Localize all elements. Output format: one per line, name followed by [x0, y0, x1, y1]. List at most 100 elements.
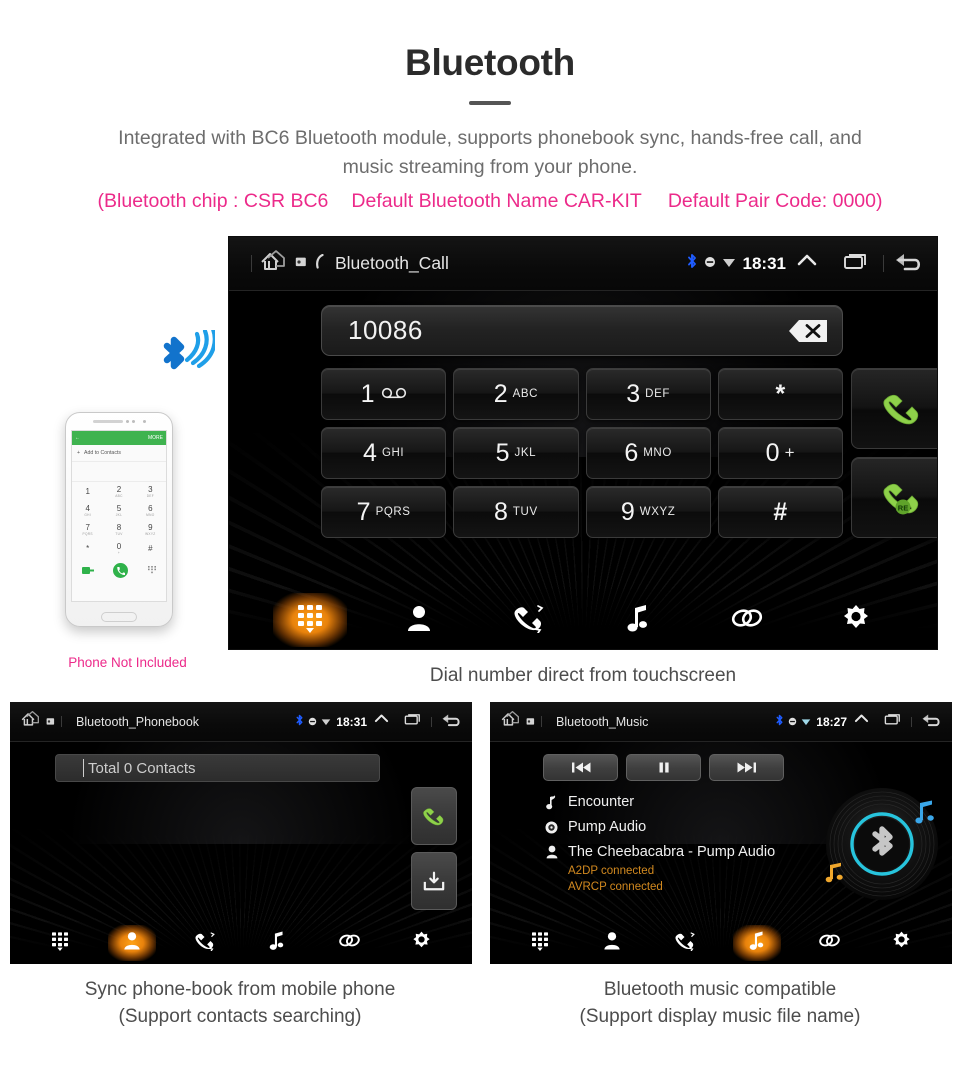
- track-title: Encounter: [568, 794, 635, 810]
- album-row: Pump Audio: [543, 819, 775, 835]
- bluetooth-status-icon: [686, 253, 698, 274]
- sidebar-item-contacts[interactable]: [107, 925, 157, 961]
- sidebar-item-keypad[interactable]: [35, 925, 85, 961]
- key-1[interactable]: 1: [321, 368, 447, 420]
- recents-icon[interactable]: [884, 712, 902, 731]
- call-history-icon: [673, 931, 696, 956]
- home-icon[interactable]: [500, 710, 522, 733]
- chevron-up-icon[interactable]: [853, 712, 870, 731]
- sidebar-item-contacts[interactable]: [381, 593, 457, 647]
- phonebook-caption-line-1: Sync phone-book from mobile phone: [84, 979, 396, 1000]
- key-7[interactable]: 7 PQRS: [321, 486, 447, 538]
- music-transport-controls[interactable]: [543, 754, 784, 781]
- phonebook-nav-bar[interactable]: [10, 922, 472, 964]
- back-icon[interactable]: [919, 711, 943, 733]
- music-caption-line-2: (Support display music file name): [579, 1006, 861, 1027]
- track-title-row: Encounter: [543, 794, 775, 810]
- sidebar-item-pair[interactable]: [324, 925, 374, 961]
- back-icon[interactable]: [891, 249, 925, 278]
- phone-number-input[interactable]: 10086: [321, 305, 843, 356]
- phone-key: 5 JKL: [115, 503, 123, 517]
- key-0[interactable]: 0 +: [717, 427, 843, 479]
- key-5[interactable]: 5 JKL: [453, 427, 579, 479]
- back-icon[interactable]: [439, 711, 463, 733]
- contact-icon: [603, 930, 621, 956]
- dialer-status-bar: Bluetooth_Call 18:31: [229, 237, 937, 291]
- bluetooth-music-screen: Bluetooth_Music 18:27 Encounter Pump Aud…: [490, 702, 952, 964]
- phone-screen: ← MORE + Add to Contacts 1 2 ABC 3 DEF 4 GH…: [71, 430, 167, 602]
- chevron-up-icon[interactable]: [795, 251, 819, 276]
- sidebar-item-keypad[interactable]: [272, 593, 348, 647]
- phone-keypad-toggle-icon: [148, 562, 157, 580]
- screenshot-icon[interactable]: [46, 713, 55, 731]
- call-button[interactable]: [851, 368, 937, 449]
- key-9[interactable]: 9 WXYZ: [585, 486, 711, 538]
- key-4[interactable]: 4 GHI: [321, 427, 447, 479]
- key-2[interactable]: 2 ABC: [453, 368, 579, 420]
- phonebook-status-bar: Bluetooth_Phonebook 18:31: [10, 702, 472, 742]
- chevron-up-icon[interactable]: [373, 712, 390, 731]
- keypad-icon: [530, 930, 550, 957]
- page-header: Bluetooth Integrated with BC6 Bluetooth …: [0, 0, 980, 216]
- link-icon: [338, 931, 361, 955]
- call-button[interactable]: [411, 787, 457, 845]
- dialer-nav-bar[interactable]: [229, 589, 937, 649]
- sidebar-item-keypad[interactable]: [515, 925, 565, 961]
- phone-key: 3 DEF: [146, 484, 154, 498]
- add-contacts-label: Add to Contacts: [84, 450, 121, 456]
- music-title: Bluetooth_Music: [556, 714, 649, 729]
- phone-key: *: [86, 543, 90, 553]
- gear-icon: [892, 930, 911, 956]
- sidebar-item-pair[interactable]: [804, 925, 854, 961]
- download-contacts-button[interactable]: [411, 852, 457, 910]
- contact-icon: [406, 603, 432, 638]
- phonebook-screen-body: Total 0 Contacts: [10, 742, 472, 964]
- sidebar-item-music[interactable]: [600, 593, 676, 647]
- backspace-button[interactable]: [775, 317, 829, 345]
- screenshot-icon[interactable]: [295, 255, 307, 273]
- call-button-column: RE: [851, 368, 937, 538]
- sidebar-item-call-log[interactable]: [490, 593, 566, 647]
- mute-status-icon: [788, 713, 797, 731]
- next-track-button[interactable]: [709, 754, 784, 781]
- sidebar-item-call-log[interactable]: [660, 925, 710, 961]
- contacts-search-input[interactable]: Total 0 Contacts: [55, 754, 380, 782]
- phone-add-contact-row: + Add to Contacts: [72, 445, 166, 462]
- sidebar-item-music[interactable]: [732, 925, 782, 961]
- screenshot-icon[interactable]: [526, 713, 535, 731]
- phonebook-caption: Sync phone-book from mobile phone (Suppo…: [10, 976, 470, 1030]
- redial-button[interactable]: RE: [851, 457, 937, 538]
- music-note-icon: [625, 603, 651, 638]
- sidebar-item-call-log[interactable]: [180, 925, 230, 961]
- sidebar-item-contacts[interactable]: [587, 925, 637, 961]
- music-note-icon: [748, 930, 766, 956]
- home-icon[interactable]: [20, 710, 42, 733]
- phone-key: 0 +: [116, 541, 122, 555]
- spec-line: (Bluetooth chip : CSR BC6 Default Bluetoo…: [0, 187, 980, 216]
- key-hash[interactable]: #: [717, 486, 843, 538]
- dial-keypad[interactable]: 1 2 ABC 3 DEF * 4 GHI 5 JKL 6 MNO 0 + 7 PQRS 8T…: [321, 368, 843, 538]
- recents-icon[interactable]: [404, 712, 422, 731]
- recents-icon[interactable]: [843, 251, 869, 276]
- key-3[interactable]: 3 DEF: [585, 368, 711, 420]
- phone-body: ← MORE + Add to Contacts 1 2 ABC 3 DEF 4 GH…: [65, 412, 173, 627]
- sidebar-item-settings[interactable]: [397, 925, 447, 961]
- wifi-status-icon: [801, 713, 811, 731]
- sidebar-item-pair[interactable]: [709, 593, 785, 647]
- spec-bt-name: Default Bluetooth Name CAR-KIT: [351, 190, 642, 212]
- bluetooth-phonebook-screen: Bluetooth_Phonebook 18:31 Total 0 Contac…: [10, 702, 472, 964]
- pause-button[interactable]: [626, 754, 701, 781]
- phone-key: 7 PQRS: [82, 522, 93, 536]
- sidebar-item-settings[interactable]: [877, 925, 927, 961]
- music-nav-bar[interactable]: [490, 922, 952, 964]
- key-8[interactable]: 8 TUV: [453, 486, 579, 538]
- sidebar-item-music[interactable]: [252, 925, 302, 961]
- home-icon[interactable]: [259, 249, 289, 278]
- previous-track-button[interactable]: [543, 754, 618, 781]
- sidebar-item-settings[interactable]: [818, 593, 894, 647]
- music-track-info: Encounter Pump Audio The Cheebacabra - P…: [543, 794, 775, 895]
- key-6[interactable]: 6 MNO: [585, 427, 711, 479]
- key-star[interactable]: *: [717, 368, 843, 420]
- music-clock: 18:27: [816, 714, 847, 729]
- music-caption: Bluetooth music compatible (Support disp…: [490, 976, 950, 1030]
